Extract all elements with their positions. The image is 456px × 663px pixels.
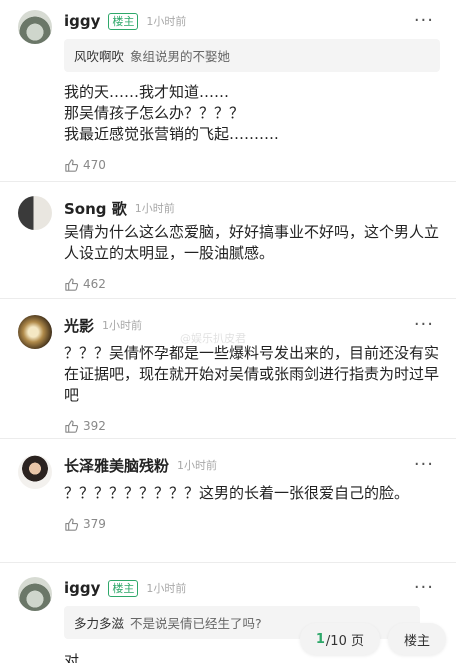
timestamp: 1小时前 (146, 582, 187, 595)
timestamp: 1小时前 (102, 319, 143, 332)
username[interactable]: iggy (64, 12, 100, 30)
like-button[interactable]: 392 (64, 416, 440, 436)
comment-item: 光影 1小时前 ··· ？？？吴倩怀孕都是一些爆料号发出来的，目前还没有实在证据… (0, 298, 456, 438)
username[interactable]: 光影 (64, 315, 94, 336)
avatar[interactable] (18, 10, 52, 44)
comment-body: 我的天……我才知道…… 那吴倩孩子怎么办？？？？ 我最近感觉张营销的飞起………. (64, 83, 279, 143)
avatar[interactable] (18, 577, 52, 611)
timestamp: 1小时前 (177, 459, 218, 472)
total-pages: /10 页 (325, 633, 364, 649)
username[interactable]: Song 歌 (64, 198, 127, 219)
comment-header: iggy 楼主 1小时前 ··· (64, 576, 440, 600)
username[interactable]: 长泽雅美脑残粉 (64, 455, 169, 476)
like-button[interactable]: 462 (64, 274, 440, 294)
like-button[interactable]: 470 (64, 155, 440, 175)
comment-header: Song 歌 1小时前 (64, 196, 440, 220)
avatar[interactable] (18, 455, 52, 489)
page-selector-button[interactable]: 1/10 页 (299, 623, 380, 655)
comment-item: iggy 楼主 1小时前 ··· 风吹啊吹 象组说男的不娶她 我的天……我才知道…… (0, 0, 456, 181)
comment-body: ？？？？？？？？？这男的长着一张很爱自己的脸。 (64, 484, 410, 502)
like-count: 392 (83, 419, 106, 433)
op-only-button[interactable]: 楼主 (387, 623, 446, 655)
more-options-icon[interactable]: ··· (414, 579, 434, 597)
comment-item: Song 歌 1小时前 吴倩为什么这么恋爱脑，好好搞事业不好吗，这个男人立人设立… (0, 181, 456, 298)
timestamp: 1小时前 (146, 15, 187, 28)
comment-header: 光影 1小时前 ··· (64, 313, 440, 337)
quoted-username: 多力多滋 (74, 616, 125, 631)
more-options-icon[interactable]: ··· (414, 316, 434, 334)
watermark: @娱乐扒皮君 (180, 332, 246, 345)
quoted-text: 不是说吴倩已经生了吗? (130, 616, 262, 631)
quoted-text: 象组说男的不娶她 (130, 49, 231, 64)
thumbs-up-icon (65, 517, 79, 531)
current-page: 1 (315, 631, 325, 647)
username[interactable]: iggy (64, 579, 100, 597)
quoted-username: 风吹啊吹 (74, 49, 125, 64)
comment-body: 吴倩为什么这么恋爱脑，好好搞事业不好吗，这个男人立人设立的太明显，一股油腻感。 (64, 223, 440, 262)
op-badge: 楼主 (108, 579, 139, 597)
pagination-bar: 1/10 页 楼主 (299, 623, 446, 655)
avatar[interactable] (18, 315, 52, 349)
like-count: 462 (83, 277, 106, 291)
quoted-reply[interactable]: 风吹啊吹 象组说男的不娶她 (64, 39, 440, 72)
like-count: 379 (83, 517, 106, 531)
op-badge: 楼主 (108, 12, 139, 30)
op-only-label: 楼主 (403, 633, 430, 649)
more-options-icon[interactable]: ··· (414, 12, 434, 30)
comment-body: ？？？吴倩怀孕都是一些爆料号发出来的，目前还没有实在证据吧，现在就开始对吴倩或张… (64, 344, 440, 404)
comment-header: iggy 楼主 1小时前 ··· (64, 9, 440, 33)
comment-header: 长泽雅美脑残粉 1小时前 ··· (64, 453, 440, 477)
thumbs-up-icon (65, 277, 79, 291)
like-count: 470 (83, 158, 106, 172)
thumbs-up-icon (65, 419, 79, 433)
avatar[interactable] (18, 196, 52, 230)
like-button[interactable]: 379 (64, 514, 440, 534)
thumbs-up-icon (65, 158, 79, 172)
timestamp: 1小时前 (134, 202, 175, 215)
more-options-icon[interactable]: ··· (414, 456, 434, 474)
comment-item: 长泽雅美脑残粉 1小时前 ··· ？？？？？？？？？这男的长着一张很爱自己的脸。… (0, 438, 456, 562)
